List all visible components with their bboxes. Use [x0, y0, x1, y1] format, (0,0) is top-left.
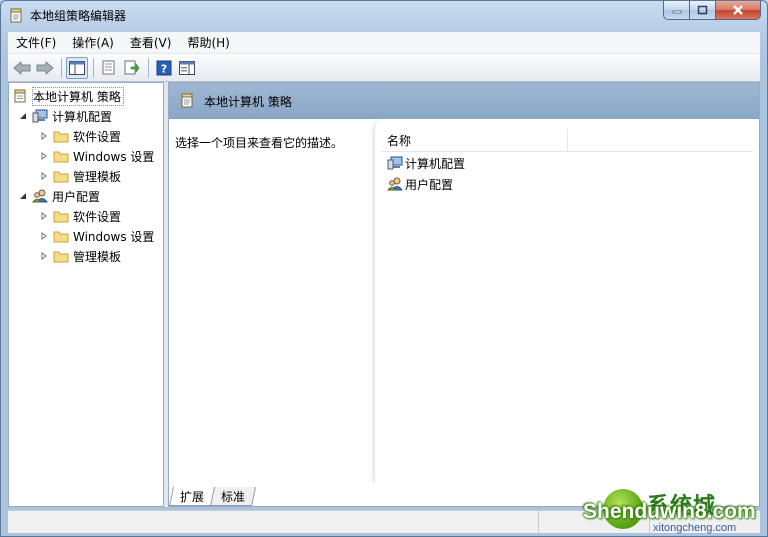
folder-icon — [53, 229, 69, 243]
tree-item-label: 软件设置 — [73, 209, 122, 224]
details-pane: 本地计算机 策略 选择一个项目来查看它的描述。 名称 计算机配置 用户配置 扩展… — [168, 82, 760, 507]
tree-item-computer-config[interactable]: 计算机配置 — [18, 107, 112, 125]
collapsed-triangle-icon[interactable] — [39, 131, 49, 141]
tree-item-label: 计算机配置 — [52, 109, 113, 124]
items-list: 名称 计算机配置 用户配置 — [375, 119, 759, 486]
tree-item-windows-settings[interactable]: Windows 设置 — [39, 147, 154, 165]
menu-action[interactable]: 操作(A) — [64, 34, 122, 51]
action-pane-icon — [179, 60, 195, 75]
svg-text:?: ? — [161, 62, 167, 75]
folder-icon — [53, 149, 69, 163]
folder-icon — [53, 129, 69, 143]
site-watermark: 系统城 Shenduwin8.com xitongcheng.com — [583, 486, 763, 536]
watermark-main: Shenduwin8.com — [583, 500, 756, 523]
window-title: 本地组策略编辑器 — [30, 9, 127, 23]
tree-item-label: Windows 设置 — [73, 229, 155, 244]
list-header: 名称 — [381, 129, 753, 152]
users-icon — [387, 177, 403, 191]
menu-view[interactable]: 查看(V) — [122, 34, 180, 51]
expanded-triangle-icon[interactable] — [18, 191, 28, 201]
collapsed-triangle-icon[interactable] — [39, 171, 49, 181]
watermark-sub: xitongcheng.com — [653, 522, 737, 534]
tree-item-label: 管理模板 — [73, 249, 122, 264]
policy-document-icon — [10, 8, 22, 23]
toolbar-separator — [148, 57, 149, 78]
status-cell — [8, 511, 539, 533]
collapsed-triangle-icon[interactable] — [39, 151, 49, 161]
title-bar[interactable]: 本地组策略编辑器 — [1, 1, 767, 31]
window-controls — [663, 1, 761, 22]
view-tabs: 扩展 标准 — [168, 487, 257, 507]
list-item-label: 用户配置 — [405, 177, 454, 192]
properties-icon — [102, 60, 115, 75]
minimize-button[interactable] — [663, 1, 690, 20]
tree-item-software-settings[interactable]: 软件设置 — [39, 127, 121, 145]
collapsed-triangle-icon[interactable] — [39, 211, 49, 221]
toolbar: ? — [8, 54, 760, 82]
menu-help[interactable]: 帮助(H) — [179, 34, 237, 51]
show-hide-tree-button[interactable] — [66, 56, 88, 79]
tree-item-user-config[interactable]: 用户配置 — [18, 187, 100, 205]
maximize-button[interactable] — [690, 1, 716, 20]
toolbar-separator — [61, 57, 62, 78]
tab-label: 标准 — [221, 489, 246, 504]
computer-icon — [32, 109, 48, 123]
show-hide-tree-icon — [69, 60, 85, 75]
properties-button[interactable] — [98, 57, 120, 79]
collapsed-triangle-icon[interactable] — [39, 251, 49, 261]
computer-icon — [387, 156, 403, 170]
tree-item-label: 用户配置 — [52, 189, 101, 204]
toolbar-separator — [93, 57, 94, 78]
folder-icon — [53, 209, 69, 223]
help-icon: ? — [156, 60, 172, 75]
menu-bar: 文件(F) 操作(A) 查看(V) 帮助(H) — [8, 32, 760, 54]
policy-document-icon — [12, 89, 28, 103]
collapsed-triangle-icon[interactable] — [39, 231, 49, 241]
maximize-icon — [697, 5, 708, 15]
tree-item-windows-settings[interactable]: Windows 设置 — [39, 227, 154, 245]
tree-item-label: Windows 设置 — [73, 149, 155, 164]
back-button[interactable] — [11, 57, 33, 79]
menu-file[interactable]: 文件(F) — [8, 34, 64, 51]
main-window: 本地组策略编辑器 文件(F) 操作(A) 查看(V) 帮助(H) ? 本地计算机… — [0, 0, 768, 537]
tree-root-label: 本地计算机 策略 — [32, 86, 124, 106]
help-button[interactable]: ? — [153, 57, 175, 79]
details-title: 本地计算机 策略 — [204, 95, 292, 109]
folder-icon — [53, 249, 69, 263]
tab-extended[interactable]: 扩展 — [168, 487, 216, 506]
list-item-computer-config[interactable]: 计算机配置 — [387, 154, 465, 172]
policy-document-icon — [181, 93, 193, 108]
column-header-name[interactable]: 名称 — [381, 129, 568, 151]
expanded-triangle-icon[interactable] — [18, 111, 28, 121]
list-item-user-config[interactable]: 用户配置 — [387, 175, 453, 193]
back-arrow-icon — [13, 60, 31, 75]
description-text: 选择一个项目来查看它的描述。 — [175, 136, 344, 150]
export-list-icon — [124, 60, 140, 75]
forward-arrow-icon — [36, 60, 54, 75]
tab-standard[interactable]: 标准 — [209, 487, 257, 506]
tree-item-admin-templates[interactable]: 管理模板 — [39, 167, 121, 185]
tree-item-admin-templates[interactable]: 管理模板 — [39, 247, 121, 265]
tree-item-software-settings[interactable]: 软件设置 — [39, 207, 121, 225]
users-icon — [32, 189, 48, 203]
close-icon — [733, 4, 743, 15]
details-header: 本地计算机 策略 — [169, 83, 759, 119]
export-list-button[interactable] — [121, 57, 143, 79]
list-item-label: 计算机配置 — [405, 156, 466, 171]
action-pane-button[interactable] — [176, 57, 198, 79]
tree-item-label: 管理模板 — [73, 169, 122, 184]
tab-label: 扩展 — [180, 489, 205, 504]
tree-root[interactable]: 本地计算机 策略 — [12, 86, 124, 106]
close-button[interactable] — [716, 1, 761, 20]
tree-item-label: 软件设置 — [73, 129, 122, 144]
console-tree: 本地计算机 策略 计算机配置 软件设置 Windows 设置 管理模板 用户配置… — [8, 82, 164, 507]
forward-button[interactable] — [34, 57, 56, 79]
minimize-icon — [672, 10, 681, 14]
folder-icon — [53, 169, 69, 183]
